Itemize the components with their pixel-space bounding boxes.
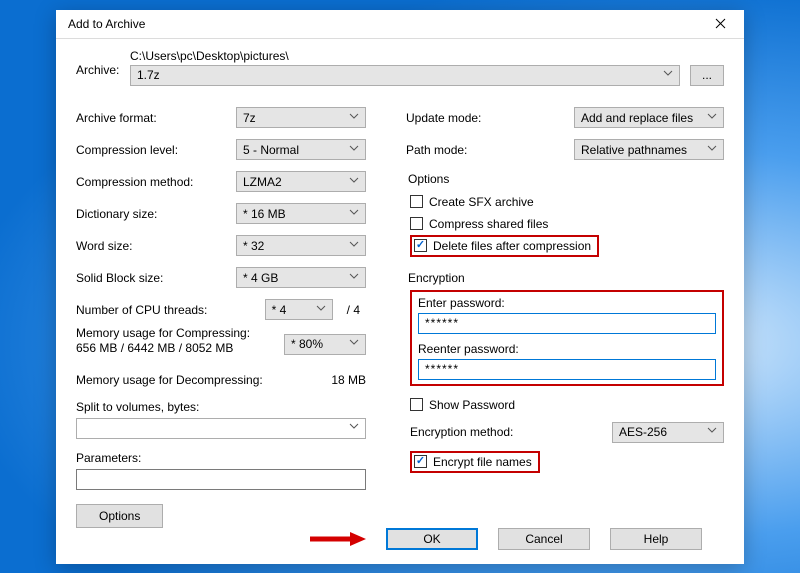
split-label: Split to volumes, bytes: (76, 400, 366, 414)
window-title: Add to Archive (68, 17, 145, 31)
add-to-archive-dialog: Add to Archive Archive: C:\Users\pc\Desk… (56, 10, 744, 564)
close-button[interactable] (700, 10, 740, 38)
word-label: Word size: (76, 239, 236, 253)
titlebar: Add to Archive (56, 10, 744, 39)
format-label: Archive format: (76, 111, 236, 125)
sfx-label: Create SFX archive (429, 195, 534, 209)
threads-total: / 4 (333, 303, 366, 317)
mem-compress-select[interactable]: * 80% (284, 334, 366, 355)
threads-label: Number of CPU threads: (76, 303, 265, 317)
update-mode-label: Update mode: (406, 111, 496, 125)
word-select[interactable]: * 32 (236, 235, 366, 256)
encrypt-names-checkbox[interactable] (414, 455, 427, 468)
encrypt-names-label: Encrypt file names (433, 455, 532, 469)
reenter-password-input[interactable] (418, 359, 716, 380)
sfx-checkbox[interactable] (410, 195, 423, 208)
block-select[interactable]: * 4 GB (236, 267, 366, 288)
help-button[interactable]: Help (610, 528, 702, 550)
arrow-annotation (308, 530, 366, 548)
shared-label: Compress shared files (429, 217, 548, 231)
options-button[interactable]: Options (76, 504, 163, 528)
split-combo[interactable] (76, 418, 366, 439)
params-label: Parameters: (76, 451, 366, 465)
enter-password-input[interactable] (418, 313, 716, 334)
archive-filename-combo[interactable]: 1.7z (130, 65, 680, 86)
close-icon (715, 18, 726, 29)
mem-compress-detail: 656 MB / 6442 MB / 8052 MB (76, 341, 250, 356)
dict-select[interactable]: * 16 MB (236, 203, 366, 224)
mem-decompress-label: Memory usage for Decompressing: (76, 373, 331, 387)
path-mode-label: Path mode: (406, 143, 496, 157)
format-select[interactable]: 7z (236, 107, 366, 128)
enc-method-select[interactable]: AES-256 (612, 422, 724, 443)
show-password-label: Show Password (429, 398, 515, 412)
cancel-button[interactable]: Cancel (498, 528, 590, 550)
archive-path: C:\Users\pc\Desktop\pictures\ (130, 49, 680, 63)
show-password-checkbox[interactable] (410, 398, 423, 411)
level-label: Compression level: (76, 143, 236, 157)
ok-button[interactable]: OK (386, 528, 478, 550)
method-select[interactable]: LZMA2 (236, 171, 366, 192)
mem-compress-label: Memory usage for Compressing: (76, 326, 250, 341)
block-label: Solid Block size: (76, 271, 236, 285)
options-group-label: Options (406, 172, 724, 186)
dict-label: Dictionary size: (76, 207, 236, 221)
enc-method-label: Encryption method: (410, 425, 513, 439)
browse-button[interactable]: ... (690, 65, 724, 86)
mem-decompress-value: 18 MB (331, 373, 366, 387)
password-highlight: Enter password: Reenter password: (410, 290, 724, 386)
path-mode-select[interactable]: Relative pathnames (574, 139, 724, 160)
delete-after-checkbox[interactable] (414, 239, 427, 252)
delete-after-label: Delete files after compression (433, 239, 591, 253)
encryption-group-label: Encryption (406, 271, 724, 285)
archive-label: Archive: (76, 49, 120, 77)
level-select[interactable]: 5 - Normal (236, 139, 366, 160)
threads-select[interactable]: * 4 (265, 299, 333, 320)
shared-checkbox[interactable] (410, 217, 423, 230)
method-label: Compression method: (76, 175, 236, 189)
params-input[interactable] (76, 469, 366, 490)
reenter-password-label: Reenter password: (418, 342, 716, 356)
update-mode-select[interactable]: Add and replace files (574, 107, 724, 128)
enter-password-label: Enter password: (418, 296, 716, 310)
